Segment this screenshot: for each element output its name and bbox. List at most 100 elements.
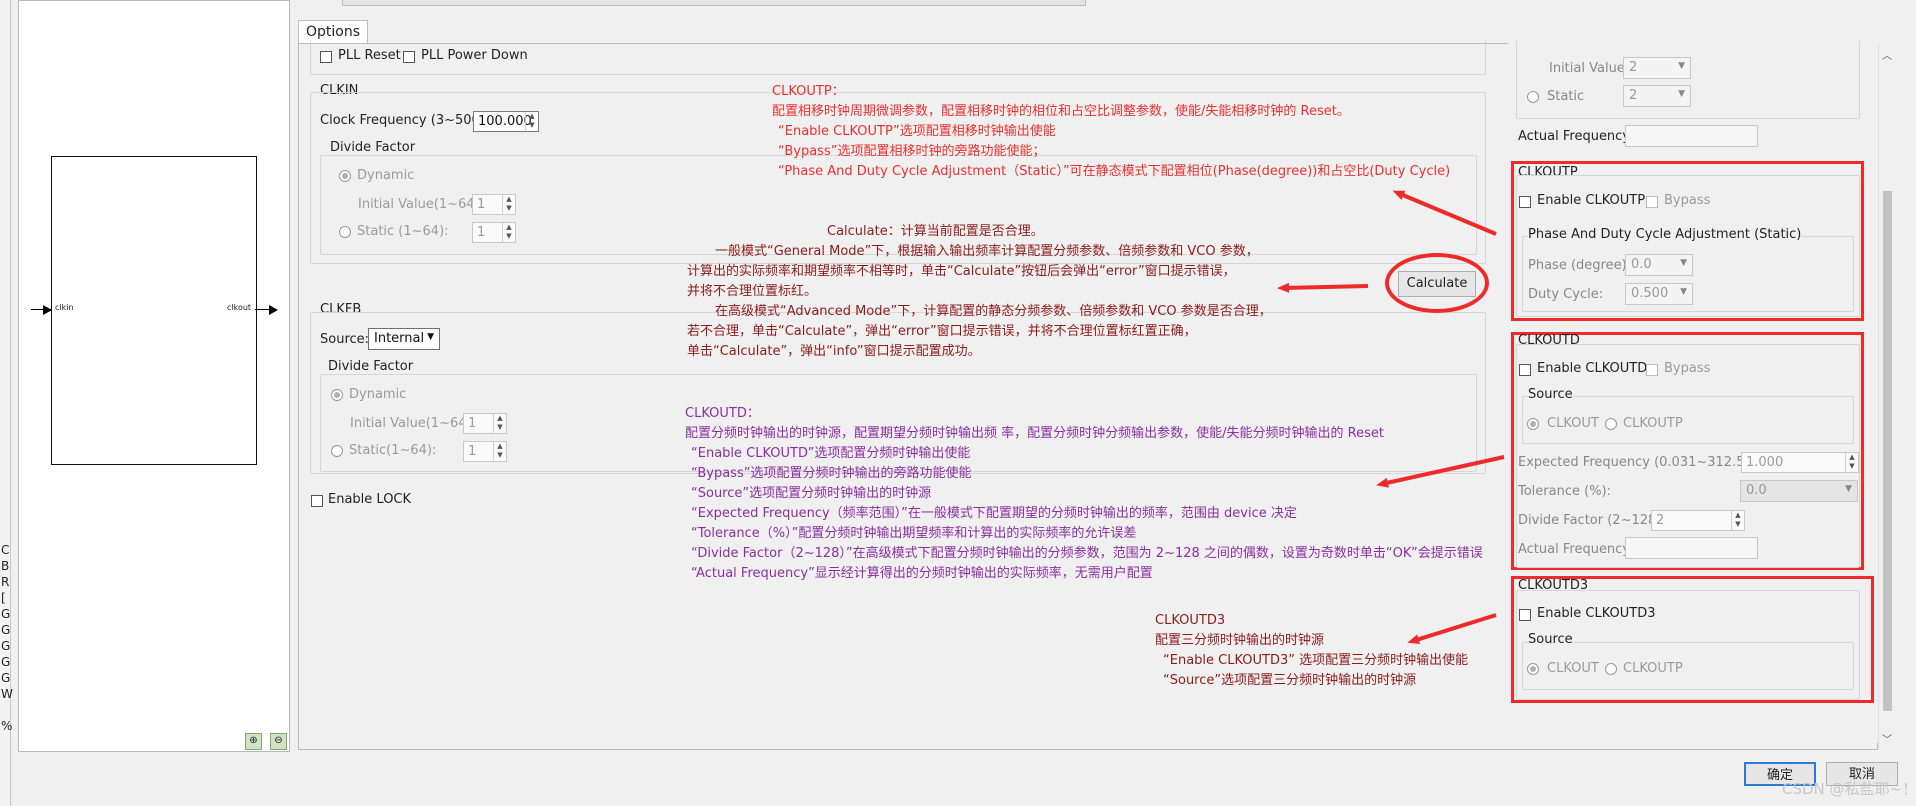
clkoutd3-clkout-label: CLKOUT (1547, 661, 1599, 676)
annotation-line: “Bypass”选项配置分频时钟输出的旁路功能使能 (691, 466, 972, 481)
clkin-static-label: Static (1~64): (357, 224, 449, 239)
clkfb-static-value: 1 (468, 444, 477, 459)
enable-clkoutd3-label: Enable CLKOUTD3 (1537, 606, 1656, 621)
scroll-down-icon[interactable]: ﹀ (1882, 731, 1892, 746)
clkoutd-clkout-radio[interactable] (1527, 418, 1539, 430)
clkfb-static-input[interactable]: 1 ▲ ▼ (463, 441, 507, 462)
scrollbar-thumb[interactable] (1883, 191, 1892, 711)
clkfb-initial-input[interactable]: 1 ▲ ▼ (463, 413, 507, 434)
right-top-actual-label: Actual Frequency: (1518, 129, 1634, 144)
clkoutd-expected-stepper[interactable]: ▲ ▼ (1845, 453, 1858, 472)
clkoutd-bypass-checkbox[interactable] (1646, 364, 1658, 376)
clkoutd-clkoutp-radio[interactable] (1605, 418, 1617, 430)
clkoutp-phase-value: 0.0 (1631, 257, 1652, 272)
zoom-out-icon[interactable]: ⊖ (270, 733, 287, 750)
enable-clkoutd-checkbox[interactable] (1519, 364, 1531, 376)
clkoutp-duty-label: Duty Cycle: (1528, 287, 1604, 302)
clkin-static-input[interactable]: 1 ▲ ▼ (472, 222, 516, 243)
annotation-line: 并将不合理位置标红。 (687, 284, 818, 299)
annotation-line: “Phase And Duty Cycle Adjustment（Static）… (778, 164, 1451, 179)
chevron-down-icon: ▼ (1680, 258, 1687, 268)
clkin-initial-input[interactable]: 1 ▲ ▼ (472, 194, 516, 215)
pll-reset-label: PLL Reset (338, 48, 401, 63)
right-top-initial-value: 2 (1629, 60, 1638, 75)
enable-clkoutp-label: Enable CLKOUTP (1537, 193, 1646, 208)
csdn-watermark: CSDN @私盐耶~！ (1782, 780, 1916, 798)
clkin-static-radio[interactable] (339, 226, 351, 238)
clkoutd3-clkoutp-radio[interactable] (1605, 663, 1617, 675)
right-top-initial-select[interactable]: 2 ▼ (1623, 57, 1691, 79)
clkfb-initial-stepper[interactable]: ▲ ▼ (493, 414, 506, 433)
clkoutp-duty-value: 0.500 (1631, 286, 1669, 301)
enable-clkoutp-checkbox[interactable] (1519, 196, 1531, 208)
zoom-in-icon[interactable]: ⊕ (245, 733, 262, 750)
clkoutd-bypass-label: Bypass (1664, 361, 1711, 376)
clkoutp-bypass-checkbox[interactable] (1646, 196, 1658, 208)
clkoutp-phase-group-title: Phase And Duty Cycle Adjustment (Static) (1528, 227, 1802, 242)
clkoutd-divide-stepper[interactable]: ▲ ▼ (1731, 511, 1744, 530)
clkoutd3-clkout-radio[interactable] (1527, 663, 1539, 675)
edge-letter: G (1, 655, 11, 669)
clkin-dynamic-radio[interactable] (339, 170, 351, 182)
edge-letter: R (1, 575, 10, 589)
clkoutd-clkout-label: CLKOUT (1547, 416, 1599, 431)
clkin-static-stepper[interactable]: ▲ ▼ (502, 223, 515, 242)
chevron-down-icon: ▼ (1680, 287, 1687, 297)
clkoutd-divide-input[interactable]: 2 ▲ ▼ (1651, 510, 1745, 531)
clkoutp-phase-select[interactable]: 0.0 ▼ (1625, 254, 1693, 276)
clkoutd-expected-input[interactable]: 1.000 ▲ ▼ (1741, 452, 1859, 473)
chevron-down-icon: ▼ (1845, 484, 1852, 494)
enable-lock-checkbox[interactable] (311, 495, 323, 507)
right-top-static-select[interactable]: 2 ▼ (1623, 85, 1691, 107)
enable-clkoutd3-checkbox[interactable] (1519, 609, 1531, 621)
annotation-line: 计算出的实际频率和期望频率不相等时，单击“Calculate”按钮后会弹出“er… (687, 264, 1236, 279)
annotation-line: “Divide Factor（2~128）”在高级模式下配置分频时钟输出的分频参… (691, 546, 1483, 561)
clkin-initial-stepper[interactable]: ▲ ▼ (502, 195, 515, 214)
clkoutd-tolerance-label: Tolerance (%): (1518, 484, 1611, 499)
clkout-pin-label: clkout (227, 303, 252, 312)
annotation-line: “Bypass”选项配置相移时钟的旁路功能使能； (778, 144, 1046, 159)
clkoutp-duty-select[interactable]: 0.500 ▼ (1625, 283, 1693, 305)
left-edge-strip: C B R[G G G G G W% (0, 0, 13, 806)
left-edge-letters: C B R[G G G G G W% (1, 542, 13, 734)
clkfb-divide-title: Divide Factor (328, 359, 414, 374)
edge-letter: % (1, 719, 13, 733)
annotation-line: “Tolerance（%）”配置分频时钟输出期望频率和计算出的实际频率的允许误差 (691, 526, 1137, 541)
pll-reset-checkbox[interactable] (320, 51, 332, 63)
edge-letter: G (1, 623, 11, 637)
annotation-line: “Enable CLKOUTP”选项配置相移时钟输出使能 (778, 124, 1056, 139)
pll-power-down-checkbox[interactable] (403, 51, 415, 63)
clkoutp-phase-label: Phase (degree): (1528, 258, 1632, 273)
vertical-scrollbar[interactable]: ︿ ﹀ (1878, 43, 1896, 750)
annotation-line: 在高级模式“Advanced Mode”下，计算配置的静态分频参数、倍频参数和 … (715, 304, 1272, 319)
edge-letter: [ (1, 591, 6, 605)
clkfb-static-stepper[interactable]: ▲ ▼ (493, 442, 506, 461)
edge-letter: G (1, 671, 11, 685)
right-top-static-value: 2 (1629, 88, 1638, 103)
clkfb-source-label: Source: (320, 332, 370, 347)
clkfb-static-radio[interactable] (331, 445, 343, 457)
annotation-line: “Actual Frequency”显示经计算得出的分频时钟输出的实际频率，无需… (691, 566, 1153, 581)
right-top-static-radio[interactable] (1527, 91, 1539, 103)
right-top-static-label: Static (1547, 89, 1585, 104)
clkin-dynamic-label: Dynamic (357, 168, 415, 183)
clkfb-dynamic-radio[interactable] (331, 389, 343, 401)
annotation-line: “Source”选项配置三分频时钟输出的时钟源 (1163, 673, 1417, 688)
annotation-line: CLKOUTD3 (1155, 613, 1226, 628)
annotation-line: 配置分频时钟输出的时钟源，配置期望分频时钟输出频 率，配置分频时钟分频输出参数，… (685, 426, 1384, 441)
annotation-line: 单击“Calculate”，弹出“info”窗口提示配置成功。 (687, 344, 981, 359)
scroll-up-icon[interactable]: ︿ (1882, 47, 1892, 62)
clkin-freq-input[interactable]: 100.000 ▲ ▼ (473, 111, 539, 132)
edge-letter: G (1, 639, 11, 653)
clkoutd3-clkoutp-label: CLKOUTP (1623, 661, 1683, 676)
clkout-pin-arrow (269, 305, 278, 315)
annotation-line: 配置相移时钟周期微调参数，配置相移时钟的相位和占空比调整参数，使能/失能相移时钟… (772, 104, 1350, 119)
annotation-line: 配置三分频时钟输出的时钟源 (1155, 633, 1325, 648)
clkfb-source-value: Internal (374, 331, 425, 346)
clkin-freq-stepper[interactable]: ▲ ▼ (525, 112, 538, 131)
enable-lock-label: Enable LOCK (328, 492, 412, 507)
annotation-line: “Enable CLKOUTD3” 选项配置三分频时钟输出使能 (1163, 653, 1469, 668)
clkfb-source-select[interactable]: Internal ▼ (368, 328, 440, 350)
annotation-line: “Expected Frequency（频率范围）”在一般模式下配置期望的分频时… (691, 506, 1297, 521)
clkoutd-tolerance-select[interactable]: 0.0 ▼ (1740, 480, 1858, 502)
